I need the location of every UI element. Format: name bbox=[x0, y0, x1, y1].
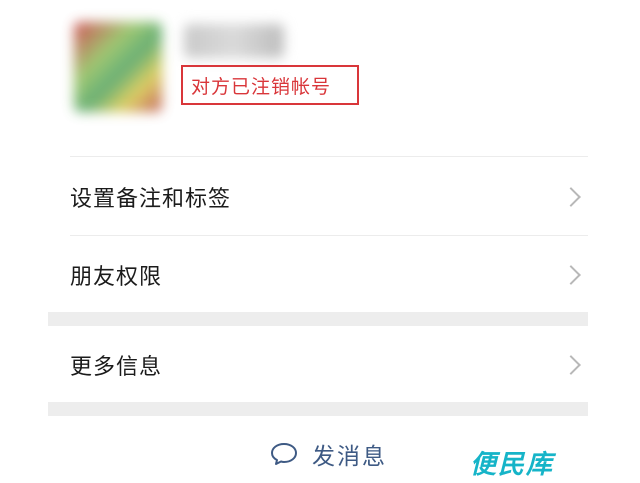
profile-avatar[interactable] bbox=[74, 22, 162, 112]
chevron-right-icon bbox=[561, 265, 581, 285]
menu-item-label: 设置备注和标签 bbox=[70, 187, 232, 212]
account-status-text: 对方已注销帐号 bbox=[191, 75, 332, 98]
menu-item-label: 朋友权限 bbox=[70, 265, 163, 290]
send-message-label: 发消息 bbox=[312, 444, 387, 470]
header-divider bbox=[70, 156, 588, 157]
chat-bubble-icon bbox=[271, 443, 297, 465]
section-gap bbox=[48, 312, 588, 326]
profile-name-blurred bbox=[184, 24, 284, 58]
menu-item-friend-permissions[interactable]: 朋友权限 bbox=[48, 236, 588, 314]
chevron-right-icon bbox=[561, 355, 581, 375]
menu-item-label: 更多信息 bbox=[70, 355, 163, 380]
watermark-logo: 便民库 bbox=[469, 450, 554, 480]
chevron-right-icon bbox=[561, 187, 581, 207]
menu-item-remark-tags[interactable]: 设置备注和标签 bbox=[48, 158, 588, 236]
send-message-button[interactable]: 发消息 bbox=[270, 437, 387, 471]
menu-item-more-info[interactable]: 更多信息 bbox=[48, 326, 588, 404]
section-gap bbox=[48, 402, 588, 416]
account-status-box: 对方已注销帐号 bbox=[181, 65, 359, 105]
